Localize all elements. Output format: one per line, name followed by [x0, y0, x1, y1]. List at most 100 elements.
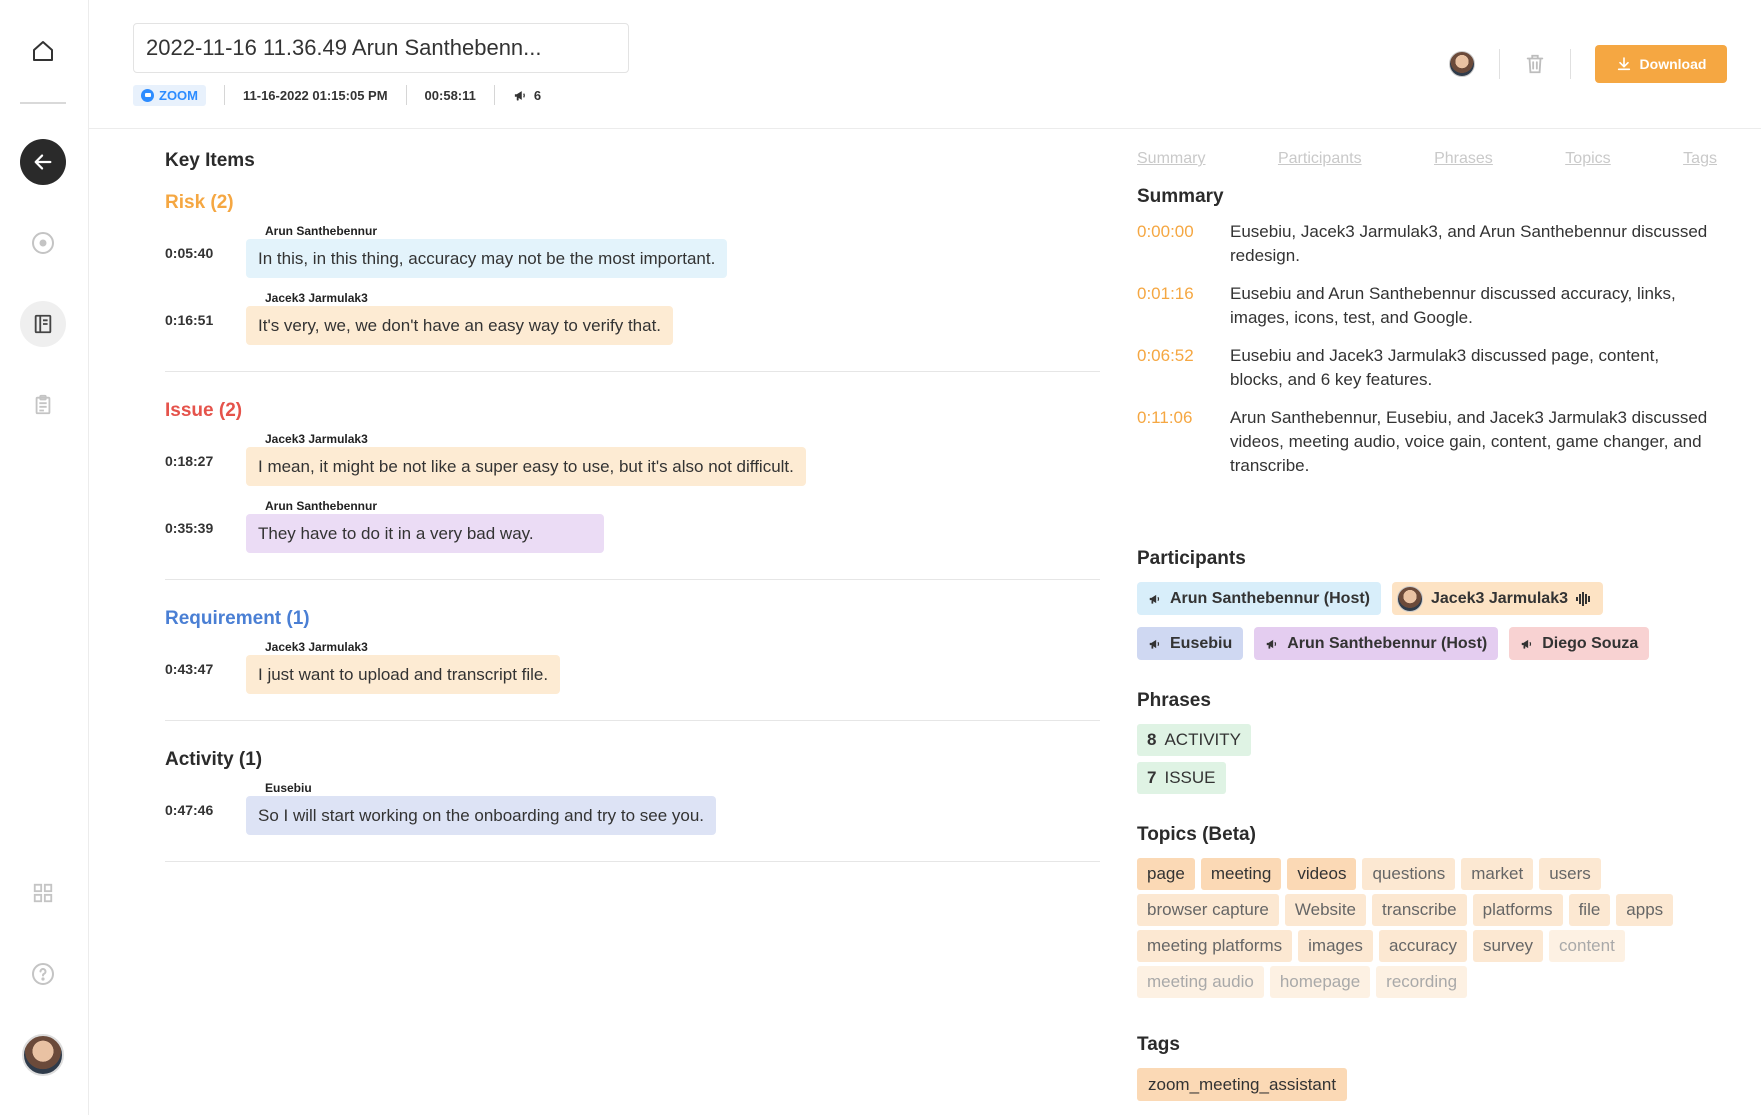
- delete-button[interactable]: [1524, 52, 1546, 76]
- phrase-chip[interactable]: 8 ACTIVITY: [1137, 724, 1251, 756]
- item-timestamp[interactable]: 0:18:27: [165, 433, 246, 469]
- item-quote: I mean, it might be not like a super eas…: [246, 447, 806, 486]
- topic-chip[interactable]: questions: [1362, 858, 1456, 890]
- tab-phrases[interactable]: Phrases: [1434, 150, 1493, 168]
- key-item[interactable]: 0:47:46 Eusebiu So I will start working …: [165, 781, 1100, 835]
- tab-tags[interactable]: Tags: [1683, 150, 1717, 168]
- back-button[interactable]: [20, 139, 66, 185]
- topic-chip[interactable]: survey: [1472, 930, 1544, 962]
- topic-chip[interactable]: browser capture: [1137, 894, 1279, 926]
- key-items-section-issue: Issue (2) 0:18:27 Jacek3 Jarmulak3 I mea…: [165, 400, 1100, 580]
- topic-chip[interactable]: meeting platforms: [1137, 930, 1293, 962]
- summary-row: 0:11:06 Arun Santhebennur, Eusebiu, and …: [1137, 406, 1717, 478]
- participant-name: Arun Santhebennur (Host): [1287, 634, 1488, 652]
- key-items-section-requirement: Requirement (1) 0:43:47 Jacek3 Jarmulak3…: [165, 608, 1100, 721]
- item-timestamp[interactable]: 0:47:46: [165, 782, 246, 818]
- item-quote: I just want to upload and transcript fil…: [246, 655, 561, 694]
- phrases-title: Phrases: [1137, 690, 1211, 711]
- topic-chip[interactable]: page: [1137, 858, 1195, 890]
- topic-chip[interactable]: accuracy: [1378, 930, 1467, 962]
- key-item[interactable]: 0:18:27 Jacek3 Jarmulak3 I mean, it migh…: [165, 432, 1100, 486]
- meeting-date: 11-16-2022 01:15:05 PM: [243, 87, 388, 103]
- topic-chip[interactable]: platforms: [1472, 894, 1563, 926]
- topic-chip[interactable]: market: [1461, 858, 1534, 890]
- item-speaker: Jacek3 Jarmulak3: [263, 291, 370, 305]
- key-items-section-risk: Risk (2) 0:05:40 Arun Santhebennur In th…: [165, 192, 1100, 372]
- megaphone-icon: [1149, 594, 1160, 604]
- summary-timestamp[interactable]: 0:06:52: [1137, 344, 1230, 392]
- insights-panel: Summary Participants Phrases Topics Tags…: [1137, 150, 1717, 1101]
- item-timestamp[interactable]: 0:16:51: [165, 292, 246, 328]
- summary-row: 0:00:00 Eusebiu, Jacek3 Jarmulak3, and A…: [1137, 220, 1717, 268]
- item-bubble-wrap: Jacek3 Jarmulak3 I just want to upload a…: [246, 640, 561, 694]
- zoom-icon: [141, 88, 154, 102]
- back-arrow-icon: [34, 154, 52, 170]
- tab-summary[interactable]: Summary: [1137, 150, 1205, 168]
- tag-chip[interactable]: zoom_meeting_assistant: [1137, 1068, 1348, 1101]
- item-timestamp[interactable]: 0:05:40: [165, 225, 246, 261]
- topic-chip[interactable]: content: [1549, 930, 1625, 962]
- record-button[interactable]: [20, 220, 66, 266]
- key-item[interactable]: 0:16:51 Jacek3 Jarmulak3 It's very, we, …: [165, 291, 1100, 345]
- participant-chip[interactable]: Arun Santhebennur (Host): [1254, 627, 1499, 660]
- topic-chip[interactable]: Website: [1284, 894, 1366, 926]
- item-timestamp[interactable]: 0:43:47: [165, 641, 246, 677]
- key-item[interactable]: 0:05:40 Arun Santhebennur In this, in th…: [165, 224, 1100, 278]
- participant-chip[interactable]: Jacek3 Jarmulak3: [1392, 582, 1603, 615]
- summary-timestamp[interactable]: 0:00:00: [1137, 220, 1230, 268]
- phrases-list: 8 ACTIVITY 7 ISSUE: [1137, 724, 1717, 800]
- topic-chip[interactable]: meeting: [1200, 858, 1282, 890]
- item-quote: In this, in this thing, accuracy may not…: [246, 239, 728, 278]
- avatar: [22, 1034, 64, 1076]
- participant-chip[interactable]: Diego Souza: [1509, 627, 1650, 660]
- rail-divider: [20, 102, 66, 104]
- help-button[interactable]: [20, 951, 66, 997]
- clipboard-button[interactable]: [20, 382, 66, 428]
- item-speaker: Arun Santhebennur: [263, 499, 380, 513]
- meta-divider: [405, 85, 407, 105]
- topic-chip[interactable]: users: [1539, 858, 1601, 890]
- topic-chip[interactable]: images: [1298, 930, 1373, 962]
- notebook-button[interactable]: [20, 301, 66, 347]
- key-item[interactable]: 0:35:39 Arun Santhebennur They have to d…: [165, 499, 1100, 553]
- section-heading: Risk (2): [165, 192, 234, 213]
- item-speaker: Arun Santhebennur: [263, 224, 380, 238]
- megaphone-icon: [1266, 639, 1277, 649]
- download-button[interactable]: Download: [1595, 45, 1727, 83]
- source-badge-label: ZOOM: [159, 87, 198, 103]
- participant-name: Jacek3 Jarmulak3: [1431, 589, 1568, 607]
- grid-button[interactable]: [20, 870, 66, 916]
- meeting-meta: ZOOM 11-16-2022 01:15:05 PM 00:58:11 6: [133, 84, 541, 106]
- meeting-title: 2022-11-16 11.36.49 Arun Santhebenn...: [146, 35, 542, 60]
- summary-list[interactable]: 0:00:00 Eusebiu, Jacek3 Jarmulak3, and A…: [1137, 220, 1717, 520]
- item-bubble-wrap: Jacek3 Jarmulak3 I mean, it might be not…: [246, 432, 806, 486]
- topic-chip[interactable]: meeting audio: [1137, 966, 1264, 998]
- insights-tabs: Summary Participants Phrases Topics Tags: [1137, 150, 1717, 168]
- topic-chip[interactable]: transcribe: [1372, 894, 1467, 926]
- item-timestamp[interactable]: 0:35:39: [165, 500, 246, 536]
- phrase-chip[interactable]: 7 ISSUE: [1137, 762, 1226, 794]
- notebook-icon: [34, 314, 52, 334]
- clipboard-icon: [35, 394, 51, 415]
- topic-chip[interactable]: videos: [1287, 858, 1357, 890]
- topic-chip[interactable]: file: [1568, 894, 1611, 926]
- topic-chip[interactable]: apps: [1616, 894, 1674, 926]
- summary-timestamp[interactable]: 0:01:16: [1137, 282, 1230, 330]
- home-button[interactable]: [20, 28, 66, 74]
- topic-chip[interactable]: homepage: [1269, 966, 1371, 998]
- avatar[interactable]: [1449, 51, 1475, 77]
- item-bubble-wrap: Eusebiu So I will start working on the o…: [246, 781, 717, 835]
- participant-chip[interactable]: Arun Santhebennur (Host): [1137, 582, 1381, 615]
- tab-participants[interactable]: Participants: [1278, 150, 1362, 168]
- user-avatar-button[interactable]: [20, 1032, 66, 1078]
- summary-timestamp[interactable]: 0:11:06: [1137, 406, 1230, 478]
- topic-chip[interactable]: recording: [1376, 966, 1468, 998]
- meeting-title-input[interactable]: 2022-11-16 11.36.49 Arun Santhebenn...: [133, 23, 629, 73]
- participant-name: Arun Santhebennur (Host): [1170, 589, 1370, 607]
- participant-chip[interactable]: Eusebiu: [1137, 627, 1244, 660]
- left-rail: [0, 0, 89, 1115]
- tab-topics[interactable]: Topics: [1565, 150, 1610, 168]
- key-item[interactable]: 0:43:47 Jacek3 Jarmulak3 I just want to …: [165, 640, 1100, 694]
- section-heading: Activity (1): [165, 749, 263, 770]
- summary-title: Summary: [1137, 186, 1224, 207]
